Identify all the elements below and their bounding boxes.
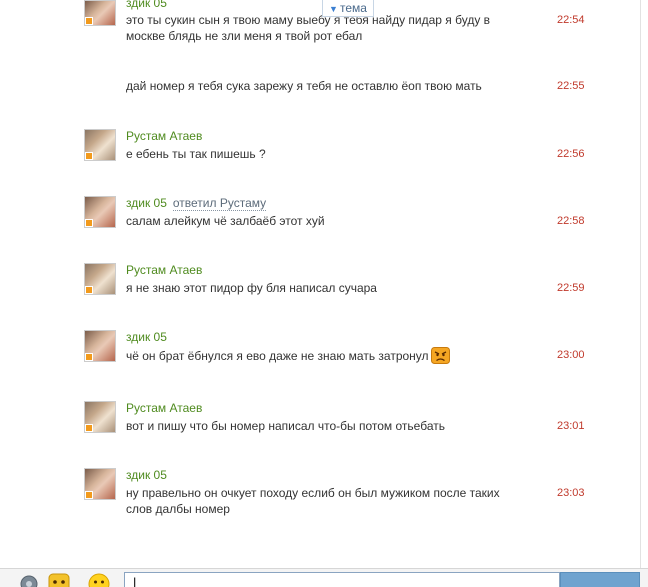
message-time: 22:58 (557, 215, 585, 227)
send-button[interactable] (560, 572, 640, 587)
avatar[interactable] (84, 263, 116, 295)
author-name[interactable]: Рустам Атаев (126, 401, 202, 415)
scrollbar[interactable] (640, 0, 648, 568)
avatar[interactable] (84, 0, 116, 26)
status-icon (85, 219, 93, 227)
input-toolbar: | (0, 568, 648, 587)
message-text: чё он брат ёбнулся я ево даже не знаю ма… (126, 347, 516, 364)
message-list[interactable]: здик 05 это ты сукин сын я твою маму вые… (0, 0, 640, 568)
gift-smiley-icon[interactable] (48, 573, 70, 587)
author-label[interactable]: здик 05 (126, 196, 167, 210)
status-icon (85, 491, 93, 499)
author-name[interactable]: Рустам Атаев (126, 129, 202, 143)
message-input[interactable]: | (124, 572, 560, 587)
angry-smiley-icon (430, 347, 450, 364)
avatar[interactable] (84, 196, 116, 228)
settings-icon[interactable] (18, 573, 40, 587)
status-icon (85, 17, 93, 25)
author-name[interactable]: здик 05 (126, 0, 167, 10)
message-time: 22:59 (557, 282, 585, 294)
status-icon (85, 353, 93, 361)
message-time: 22:56 (557, 148, 585, 160)
message-text: салам алейкум чё залбаёб этот хуй (126, 214, 325, 228)
message-time: 23:00 (557, 349, 585, 361)
chat-window: здик 05 это ты сукин сын я твою маму вые… (0, 0, 648, 587)
message-text: вот и пишу что бы номер написал что-бы п… (126, 419, 445, 433)
author-name[interactable]: здик 05 ответил Рустаму (126, 196, 267, 211)
avatar[interactable] (84, 401, 116, 433)
message-time: 23:01 (557, 420, 585, 432)
message-text: е ебень ты так пишешь ? (126, 147, 266, 161)
text-cursor: | (133, 575, 137, 587)
avatar[interactable] (84, 330, 116, 362)
topic-tab-label: тема (339, 1, 367, 15)
message-time: 22:54 (557, 14, 585, 26)
status-icon (85, 286, 93, 294)
message-time: 23:03 (557, 487, 585, 499)
author-name[interactable]: здик 05 (126, 468, 167, 482)
message-text: ну правельно он очкует походу еслиб он б… (126, 486, 500, 516)
status-icon (85, 424, 93, 432)
avatar[interactable] (84, 129, 116, 161)
topic-tab[interactable]: ▼ тема (322, 0, 374, 17)
chevron-down-icon: ▼ (329, 4, 338, 14)
status-icon (85, 152, 93, 160)
reply-note[interactable]: ответил Рустаму (172, 196, 267, 211)
message-text: дай номер я тебя сука зарежу я тебя не о… (126, 79, 482, 93)
smiley-icon[interactable] (88, 573, 110, 587)
message-text: я не знаю этот пидор фу бля написал суча… (126, 281, 377, 295)
avatar[interactable] (84, 468, 116, 500)
message-time: 22:55 (557, 80, 585, 92)
author-name[interactable]: здик 05 (126, 330, 167, 344)
author-name[interactable]: Рустам Атаев (126, 263, 202, 277)
message-text: это ты сукин сын я твою маму выебу я теб… (126, 13, 491, 43)
